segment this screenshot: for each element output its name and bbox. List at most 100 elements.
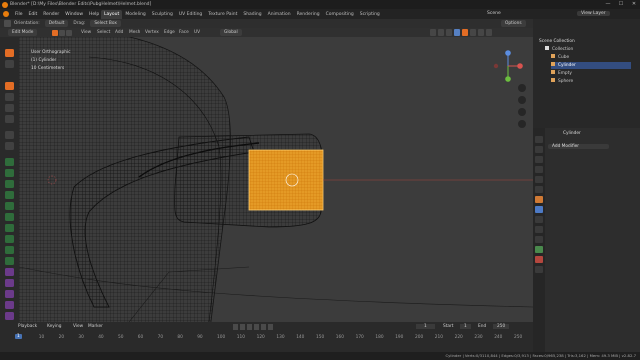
pan-view-icon[interactable] [518, 96, 526, 104]
physics-tab-icon[interactable] [535, 226, 543, 233]
edge-select-icon[interactable] [59, 29, 65, 36]
menu-uv[interactable]: UV [194, 30, 200, 35]
outliner-item[interactable]: Empty [551, 70, 631, 77]
outliner-item[interactable]: Collection [545, 46, 631, 53]
rendered-shading-icon[interactable] [486, 29, 492, 36]
tool-tab-icon[interactable] [535, 136, 543, 143]
menu-face[interactable]: Face [179, 30, 189, 35]
mode-dropdown[interactable]: Edit Mode [8, 29, 38, 36]
perspective-toggle-icon[interactable] [518, 120, 526, 128]
wireframe-shading-icon[interactable] [462, 29, 468, 36]
xray-toggle-icon[interactable] [454, 29, 460, 36]
playhead[interactable]: 1 [15, 334, 22, 339]
loop-cut-tool-icon[interactable] [5, 202, 14, 210]
add-cube-tool-icon[interactable] [5, 158, 14, 166]
view-layer-tab-icon[interactable] [535, 166, 543, 173]
menu-window[interactable]: Window [62, 12, 86, 17]
scene-selector[interactable]: Scene [487, 11, 501, 16]
transform-orientation-dropdown[interactable]: Global [220, 29, 242, 36]
current-frame-field[interactable]: 1 [416, 324, 435, 329]
transform-tool-icon[interactable] [5, 115, 14, 123]
add-modifier-button[interactable]: Add Modifier [548, 144, 610, 149]
menu-select[interactable]: Select [97, 30, 110, 35]
visibility-icon[interactable] [430, 29, 436, 36]
jump-start-icon[interactable] [233, 324, 238, 330]
overlay-toggle-icon[interactable] [446, 29, 452, 36]
inset-tool-icon[interactable] [5, 180, 14, 188]
3d-viewport[interactable]: User Orthographic (1) Cylinder 10 Centim… [19, 37, 533, 322]
material-shading-icon[interactable] [478, 29, 484, 36]
menu-help[interactable]: Help [86, 12, 102, 17]
scene-tab-icon[interactable] [535, 176, 543, 183]
minimize-button[interactable]: — [602, 0, 614, 9]
annotate-tool-icon[interactable] [5, 131, 14, 139]
knife-tool-icon[interactable] [5, 213, 14, 221]
scene-collection[interactable]: Scene Collection [539, 38, 575, 45]
marker-menu[interactable]: Marker [88, 324, 103, 329]
timeline-view-menu[interactable]: View [73, 324, 83, 329]
menu-file[interactable]: File [12, 12, 26, 17]
tab-animation[interactable]: Animation [265, 10, 294, 19]
menu-vertex[interactable]: Vertex [145, 30, 159, 35]
outliner-item[interactable]: Cube [551, 54, 631, 61]
measure-tool-icon[interactable] [5, 142, 14, 150]
tab-compositing[interactable]: Compositing [323, 10, 357, 19]
tab-uv-editing[interactable]: UV Editing [176, 10, 205, 19]
tab-texture-paint[interactable]: Texture Paint [205, 10, 240, 19]
gizmo-toggle-icon[interactable] [438, 29, 444, 36]
poly-build-tool-icon[interactable] [5, 224, 14, 232]
spin-tool-icon[interactable] [5, 235, 14, 243]
tab-scripting[interactable]: Scripting [357, 10, 383, 19]
select-box-tool-icon[interactable] [5, 49, 14, 57]
smooth-tool-icon[interactable] [5, 246, 14, 254]
shear-tool-icon[interactable] [5, 279, 14, 287]
keying-menu[interactable]: Keying [47, 324, 61, 329]
bevel-tool-icon[interactable] [5, 191, 14, 199]
extrude-tool-icon[interactable] [5, 169, 14, 177]
zoom-view-icon[interactable] [518, 84, 526, 92]
modifier-tab-icon[interactable] [535, 206, 543, 213]
close-button[interactable]: ✕ [628, 0, 640, 9]
rotate-tool-icon[interactable] [5, 93, 14, 101]
scale-tool-icon[interactable] [5, 104, 14, 112]
maximize-button[interactable]: ☐ [615, 0, 627, 9]
prev-key-icon[interactable] [240, 324, 245, 330]
object-tab-icon[interactable] [535, 196, 543, 203]
outliner-item[interactable]: Cylinder [551, 62, 631, 69]
menu-view[interactable]: View [81, 30, 91, 35]
render-tab-icon[interactable] [535, 146, 543, 153]
menu-edge[interactable]: Edge [164, 30, 175, 35]
menu-mesh[interactable]: Mesh [129, 30, 140, 35]
menu-edit[interactable]: Edit [26, 12, 41, 17]
jump-end-icon[interactable] [268, 324, 273, 330]
edge-slide-tool-icon[interactable] [5, 257, 14, 265]
tab-sculpting[interactable]: Sculpting [149, 10, 176, 19]
view-layer-selector[interactable]: View Layer [577, 11, 610, 16]
face-select-icon[interactable] [66, 29, 72, 36]
rip-region-tool-icon[interactable] [5, 301, 14, 309]
material-tab-icon[interactable] [535, 256, 543, 263]
start-frame-field[interactable]: 1 [460, 324, 471, 329]
orientation-dropdown[interactable]: Default [44, 20, 69, 27]
tab-rendering[interactable]: Rendering [294, 10, 323, 19]
cursor-tool-icon[interactable] [5, 60, 14, 68]
options-dropdown[interactable]: Options [501, 20, 526, 27]
tab-layout[interactable]: Layout [101, 10, 123, 19]
solid-shading-icon[interactable] [470, 29, 476, 36]
constraints-tab-icon[interactable] [535, 236, 543, 243]
play-reverse-icon[interactable] [247, 324, 252, 330]
vertex-select-icon[interactable] [52, 29, 58, 36]
select-tool-icon[interactable] [4, 20, 11, 27]
to-sphere-tool-icon[interactable] [5, 312, 14, 320]
particles-tab-icon[interactable] [535, 216, 543, 223]
data-tab-icon[interactable] [535, 246, 543, 253]
menu-render[interactable]: Render [40, 12, 62, 17]
play-icon[interactable] [254, 324, 259, 330]
camera-view-icon[interactable] [518, 108, 526, 116]
move-tool-icon[interactable] [5, 82, 14, 90]
end-frame-field[interactable]: 250 [493, 324, 510, 329]
next-key-icon[interactable] [261, 324, 266, 330]
texture-tab-icon[interactable] [535, 266, 543, 273]
blender-menu-icon[interactable] [3, 11, 9, 17]
menu-add[interactable]: Add [115, 30, 123, 35]
